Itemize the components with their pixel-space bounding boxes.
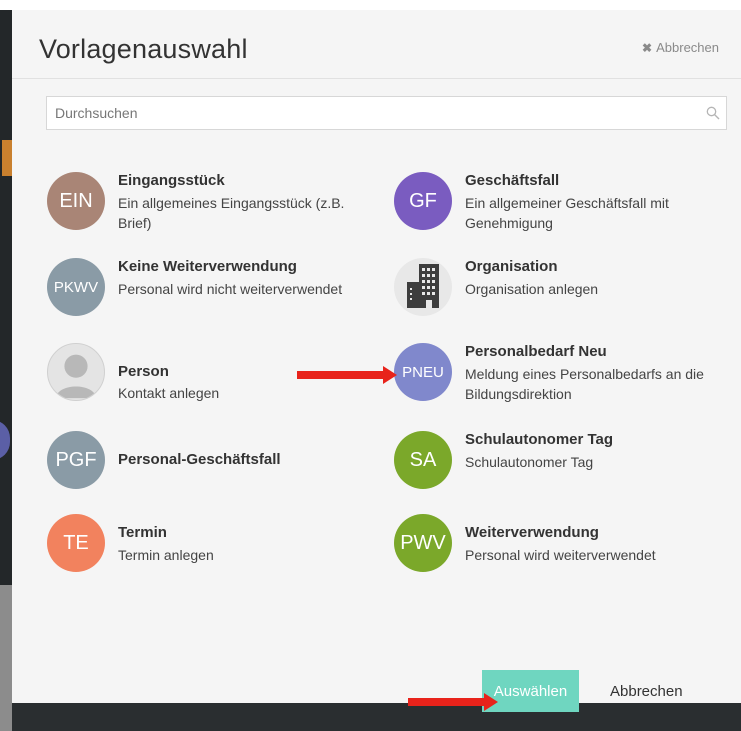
template-item-eingangsstueck[interactable]: EIN Eingangsstück Ein allgemeines Eingan… (47, 172, 377, 232)
template-title: Weiterverwendung (465, 524, 599, 541)
template-badge: PWV (394, 514, 452, 572)
app-background-bottom (0, 585, 12, 731)
template-title: Keine Weiterverwendung (118, 258, 297, 275)
dialog-title: Vorlagenauswahl (39, 34, 248, 64)
template-title: Person (118, 363, 169, 380)
search-icon[interactable] (706, 106, 720, 120)
app-background-accent (2, 140, 12, 176)
template-description: Ein allgemeines Eingangsstück (z.B. Brie… (118, 195, 345, 231)
template-item-schulautonomer-tag[interactable]: SA Schulautonomer Tag Schulautonomer Tag (394, 431, 724, 491)
template-badge: PGF (47, 431, 105, 489)
template-item-keine-weiterverwendung[interactable]: PKWV Keine Weiterverwendung Personal wir… (47, 258, 377, 318)
template-item-personalbedarf-neu[interactable]: PNEU Personalbedarf Neu Meldung eines Pe… (394, 343, 724, 403)
template-description: Schulautonomer Tag (465, 454, 594, 470)
template-title: Personal-Geschäftsfall (118, 451, 281, 468)
template-badge: GF (394, 172, 452, 230)
template-description: Personal wird nicht weiterverwendet (118, 281, 343, 297)
close-dialog-link[interactable]: ✖ Abbrechen (642, 40, 719, 55)
template-item-organisation[interactable]: Organisation Organisation anlegen (394, 258, 724, 318)
template-title: Geschäftsfall (465, 172, 560, 189)
template-item-personal-geschaeftsfall[interactable]: PGF Personal-Geschäftsfall (47, 431, 377, 491)
template-badge: PKWV (47, 258, 105, 316)
template-description: Meldung eines Personalbedarfs an die Bil… (465, 366, 704, 402)
template-description: Kontakt anlegen (118, 385, 220, 401)
template-item-geschaeftsfall[interactable]: GF Geschäftsfall Ein allgemeiner Geschäf… (394, 172, 724, 232)
template-item-termin[interactable]: TE Termin Termin anlegen (47, 514, 377, 574)
template-title: Eingangsstück (118, 172, 225, 189)
app-background-avatar (0, 420, 10, 460)
template-badge: PNEU (394, 343, 452, 401)
dialog-header: Vorlagenauswahl ✖ Abbrechen (12, 10, 741, 79)
template-description: Ein allgemeiner Geschäftsfall mit Genehm… (465, 195, 669, 231)
search-box (46, 96, 727, 130)
building-icon (394, 258, 452, 316)
annotation-arrow-select (408, 693, 498, 711)
close-icon: ✖ (642, 40, 653, 55)
template-badge: EIN (47, 172, 105, 230)
search-input[interactable] (47, 97, 703, 129)
template-badge: SA (394, 431, 452, 489)
close-dialog-label: Abbrechen (656, 40, 719, 55)
template-badge: TE (47, 514, 105, 572)
template-title: Schulautonomer Tag (465, 431, 614, 448)
template-item-weiterverwendung[interactable]: PWV Weiterverwendung Personal wird weite… (394, 514, 724, 574)
person-silhouette-icon (47, 343, 105, 401)
template-selection-dialog: Vorlagenauswahl ✖ Abbrechen EIN Eingangs… (12, 10, 741, 703)
annotation-arrow-pneu (297, 366, 397, 384)
cancel-button[interactable]: Abbrechen (600, 670, 710, 712)
template-description: Termin anlegen (118, 547, 214, 563)
template-title: Personalbedarf Neu (465, 343, 607, 360)
app-background-left (0, 10, 12, 585)
template-description: Organisation anlegen (465, 281, 599, 297)
template-title: Organisation (465, 258, 558, 275)
template-title: Termin (118, 524, 167, 541)
template-description: Personal wird weiterverwendet (465, 547, 656, 563)
